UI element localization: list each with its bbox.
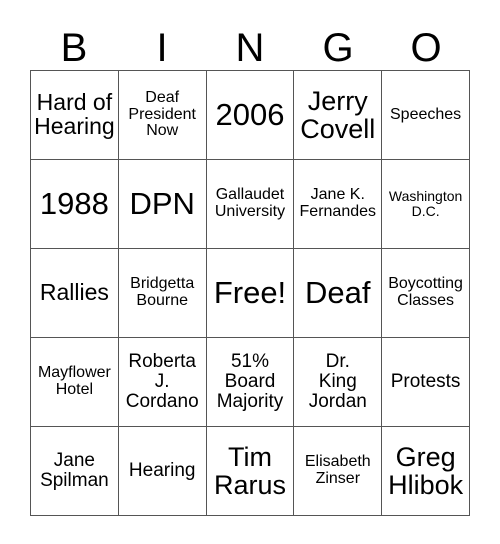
bingo-grid: Hard of Hearing Deaf President Now 2006 Jer… <box>30 70 470 516</box>
bingo-cell-label: Tim Rarus <box>213 441 286 500</box>
bingo-header-letter-b: B <box>60 26 88 70</box>
bingo-cell-label: Washington D.C. <box>388 188 463 219</box>
bingo-cell-label: Gallaudet University <box>214 186 286 220</box>
bingo-cell[interactable]: Deaf President Now <box>118 71 207 160</box>
bingo-cell[interactable]: Jane Spilman <box>31 427 119 516</box>
bingo-cell-label: Rallies <box>39 279 109 306</box>
bingo-cell[interactable]: Gallaudet University <box>206 160 295 249</box>
bingo-cell[interactable]: Mayflower Hotel <box>31 338 119 427</box>
bingo-cell-label: Boycotting Classes <box>388 275 463 309</box>
bingo-cell[interactable]: 2006 <box>206 71 295 160</box>
bingo-cell-label: Hard of Hearing <box>34 89 115 139</box>
bingo-cell-label: 1988 <box>39 185 109 221</box>
bingo-cell-label: Jane K. Fernandes <box>299 186 377 220</box>
bingo-card: B I N G O Hard of Hearing Deaf President Now 2… <box>0 0 500 544</box>
bingo-cell[interactable]: Greg Hlibok <box>382 427 470 516</box>
bingo-cell-label: Bridgetta Bourne <box>130 275 195 309</box>
bingo-cell-label: Jane Spilman <box>40 450 109 491</box>
bingo-cell[interactable]: Bridgetta Bourne <box>118 249 207 338</box>
bingo-cell[interactable]: 51% Board Majority <box>206 338 295 427</box>
bingo-cell[interactable]: Washington D.C. <box>382 160 470 249</box>
bingo-cell[interactable]: Rallies <box>31 249 119 338</box>
bingo-cell[interactable]: Hearing <box>118 427 207 516</box>
bingo-header-letter-o: O <box>410 26 442 70</box>
bingo-cell-label: Speeches <box>390 105 462 123</box>
bingo-header-letter-g: G <box>322 26 354 70</box>
bingo-cell[interactable]: Free! <box>206 249 295 338</box>
bingo-cell-label: Dr. King Jordan <box>308 351 367 412</box>
bingo-cell[interactable]: Speeches <box>382 71 470 160</box>
bingo-cell[interactable]: Jerry Covell <box>294 71 383 160</box>
bingo-cell[interactable]: Dr. King Jordan <box>294 338 383 427</box>
bingo-cell-label: 2006 <box>215 96 285 132</box>
bingo-cell[interactable]: 1988 <box>31 160 119 249</box>
bingo-header-letter-i: I <box>156 26 168 70</box>
bingo-cell-label: Greg Hlibok <box>388 441 464 500</box>
bingo-cell-label: 51% Board Majority <box>216 351 284 412</box>
bingo-cell-label: Deaf <box>305 274 371 310</box>
bingo-cell-label: Free! <box>213 274 287 310</box>
bingo-cell[interactable]: Roberta J. Cordano <box>118 338 207 427</box>
bingo-cell-label: Protests <box>390 371 461 393</box>
bingo-cell-label: DPN <box>129 185 195 221</box>
bingo-cell[interactable]: Protests <box>382 338 470 427</box>
bingo-cell[interactable]: Deaf <box>294 249 383 338</box>
bingo-cell-label: Hearing <box>128 460 196 482</box>
bingo-cell-label: Roberta J. Cordano <box>125 351 199 412</box>
bingo-header: BINGO <box>30 18 470 70</box>
bingo-header-letter-n: N <box>235 26 265 70</box>
bingo-cell[interactable]: Jane K. Fernandes <box>294 160 383 249</box>
bingo-cell[interactable]: Tim Rarus <box>206 427 295 516</box>
bingo-cell-label: Deaf President Now <box>128 89 196 140</box>
bingo-cell[interactable]: Hard of Hearing <box>31 71 119 160</box>
bingo-cell[interactable]: Elisabeth Zinser <box>294 427 383 516</box>
bingo-cell-label: Mayflower Hotel <box>37 364 111 398</box>
bingo-cell-label: Jerry Covell <box>300 85 376 144</box>
bingo-cell[interactable]: DPN <box>118 160 207 249</box>
bingo-cell[interactable]: Boycotting Classes <box>382 249 470 338</box>
bingo-cell-label: Elisabeth Zinser <box>304 453 371 487</box>
